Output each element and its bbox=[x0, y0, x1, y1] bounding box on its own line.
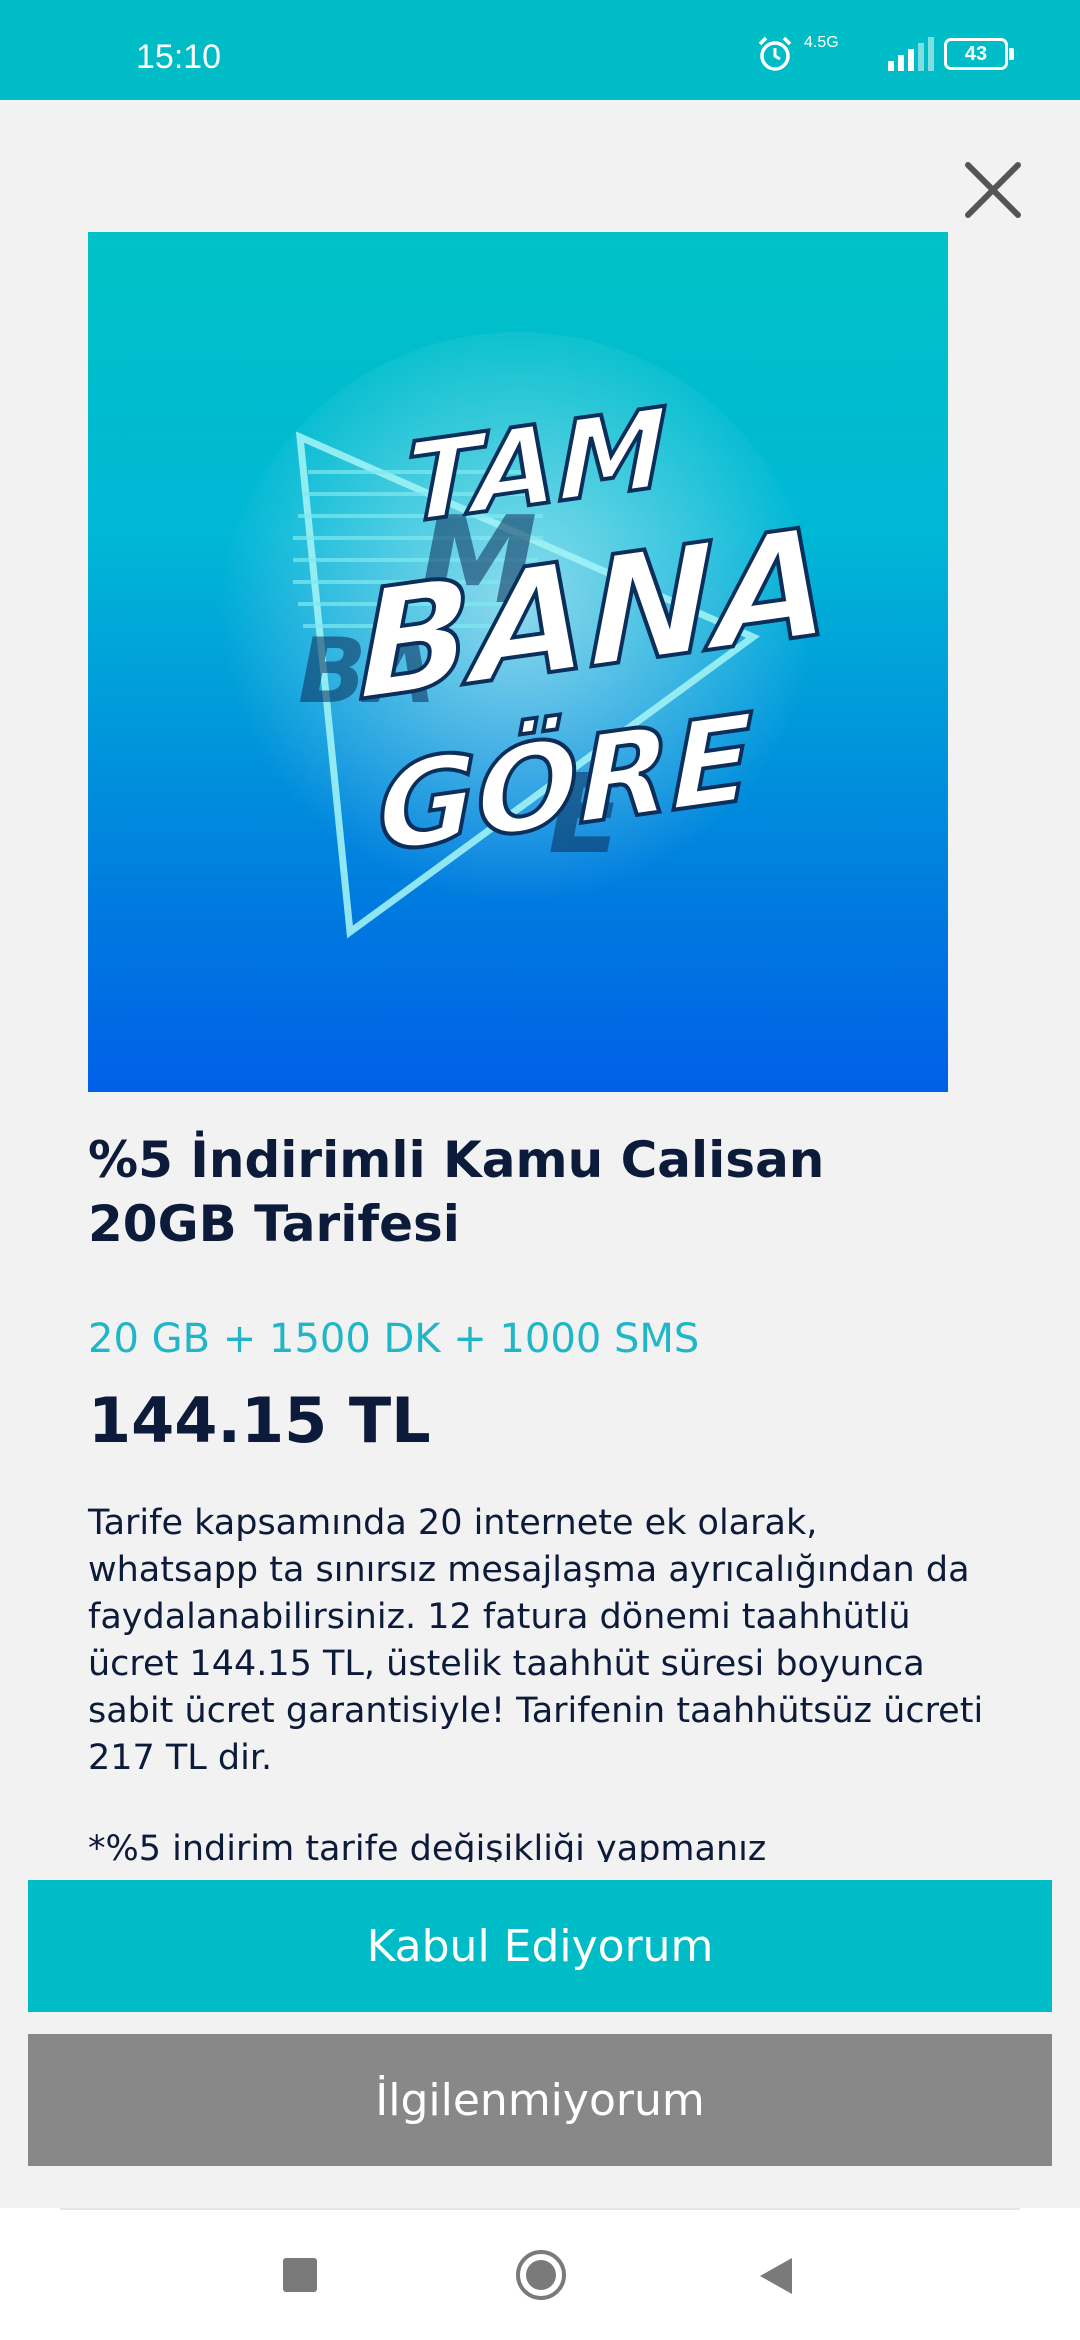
accept-button-label: Kabul Ediyorum bbox=[366, 1920, 714, 1972]
offer-features: 20 GB + 1500 DK + 1000 SMS bbox=[88, 1316, 700, 1362]
offer-title: %5 İndirimli Kamu Calisan 20GB Tarifesi bbox=[88, 1128, 968, 1256]
recent-apps-icon[interactable] bbox=[283, 2258, 317, 2292]
home-icon[interactable] bbox=[516, 2250, 566, 2300]
network-indicator: 4.5G bbox=[804, 34, 874, 74]
offer-price: 144.15 TL bbox=[88, 1384, 431, 1457]
network-type: 4.5G bbox=[804, 34, 839, 51]
battery-icon: 43 bbox=[944, 38, 1014, 70]
offer-title-line2: 20GB Tarifesi bbox=[88, 1195, 460, 1253]
offer-footnote: *%5 indirim tarife değişikliği yapmanız bbox=[88, 1829, 767, 1862]
offer-description: Tarife kapsamında 20 internete ek olarak… bbox=[88, 1503, 984, 1778]
close-icon[interactable] bbox=[958, 155, 1028, 225]
battery-level: 43 bbox=[964, 42, 988, 65]
decline-button[interactable]: İlgilenmiyorum bbox=[28, 2034, 1052, 2166]
navbar-divider bbox=[60, 2208, 1020, 2210]
offer-title-line1: %5 İndirimli Kamu Calisan bbox=[88, 1131, 825, 1189]
status-icons: 4.5G 43 bbox=[756, 34, 1014, 74]
back-icon[interactable] bbox=[758, 2256, 794, 2296]
alarm-icon bbox=[758, 36, 792, 71]
status-bar: 15:10 4.5G 43 bbox=[0, 0, 1080, 100]
status-time: 15:10 bbox=[136, 38, 222, 76]
decline-button-label: İlgilenmiyorum bbox=[375, 2074, 705, 2126]
accept-button[interactable]: Kabul Ediyorum bbox=[28, 1880, 1052, 2012]
signal-strength-icon bbox=[888, 37, 934, 71]
tam-bana-gore-logo: M BA E TAM BANA GÖRE bbox=[218, 332, 832, 939]
campaign-banner-image: M BA E TAM BANA GÖRE bbox=[88, 232, 948, 1092]
